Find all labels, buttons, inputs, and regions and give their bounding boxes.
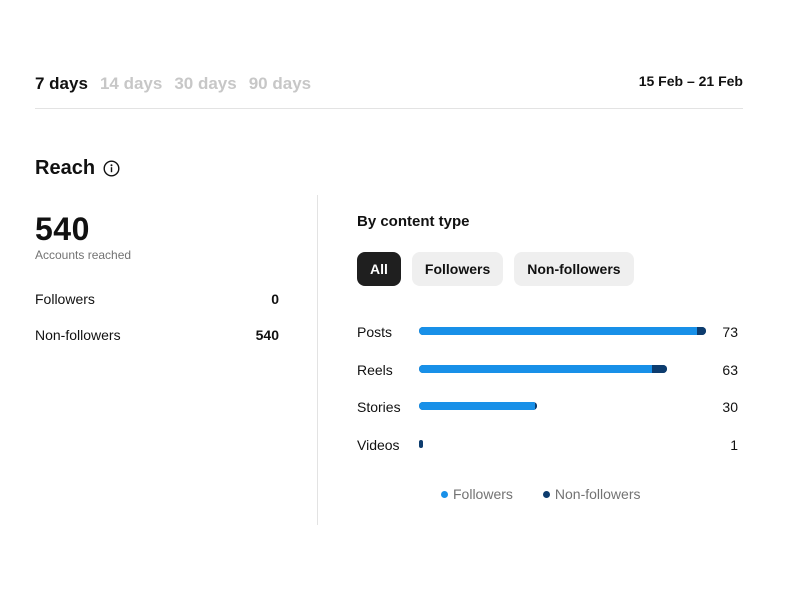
bar-row-stories: Stories 30 — [357, 397, 743, 417]
followers-row: Followers 0 — [35, 290, 279, 308]
legend-dot-non-followers — [542, 490, 550, 498]
bar-row-posts: Posts 73 — [357, 322, 743, 342]
bar-label: Videos — [357, 436, 400, 453]
bar-value: 30 — [722, 399, 738, 415]
bar-label: Stories — [357, 399, 401, 415]
filter-chips: All Followers Non-followers — [357, 252, 743, 286]
tab-30-days[interactable]: 30 days — [174, 73, 236, 95]
bar-segment-followers — [419, 327, 698, 335]
non-followers-value: 540 — [255, 327, 279, 343]
bar-segment-non-followers — [534, 402, 537, 410]
chart-legend: Followers Non-followers — [441, 486, 641, 502]
content-type-heading: By content type — [357, 213, 470, 230]
bar-value: 73 — [722, 324, 738, 340]
bar-fill — [419, 402, 537, 410]
bar-fill — [419, 439, 423, 448]
followers-label: Followers — [35, 291, 95, 307]
bar-value: 1 — [730, 436, 738, 453]
header-divider — [35, 108, 743, 109]
chip-followers[interactable]: Followers — [411, 252, 504, 286]
reach-summary: 540 Accounts reached Followers 0 Non-fol… — [35, 210, 279, 344]
accounts-reached-label: Accounts reached — [35, 248, 132, 262]
legend-non-followers: Non-followers — [542, 486, 641, 502]
bar-segment-non-followers — [652, 364, 667, 373]
bar-label: Posts — [357, 324, 393, 340]
date-range: 15 Feb – 21 Feb — [638, 73, 743, 89]
column-divider — [317, 195, 318, 525]
bar-label: Reels — [357, 361, 393, 378]
bar-value: 63 — [722, 361, 738, 378]
bar-row-videos: Videos 1 — [357, 435, 743, 455]
legend-dot-followers — [441, 490, 448, 498]
accounts-reached-count: 540 — [35, 211, 90, 247]
tab-90-days[interactable]: 90 days — [249, 73, 311, 95]
period-tabs: 7 days 14 days 30 days 90 days — [35, 73, 311, 95]
legend-label-followers: Followers — [453, 486, 513, 502]
bar-segment-followers — [419, 364, 653, 373]
bar-track — [419, 402, 706, 410]
legend-label-non-followers: Non-followers — [554, 486, 641, 502]
bar-segment-non-followers — [697, 327, 706, 335]
chip-non-followers[interactable]: Non-followers — [514, 252, 634, 286]
reach-header: Reach — [35, 156, 120, 180]
content-type-bars: Posts 73 Reels 63 Stories 30 Videos 1 — [357, 322, 743, 472]
tab-14-days[interactable]: 14 days — [100, 73, 162, 95]
bar-segment-followers — [419, 402, 535, 410]
legend-followers: Followers — [441, 486, 513, 502]
non-followers-row: Non-followers 540 — [35, 326, 279, 344]
bar-track — [419, 327, 706, 335]
section-title: Reach — [35, 157, 96, 179]
bar-row-reels: Reels 63 — [357, 360, 743, 380]
bar-track — [419, 439, 706, 448]
followers-value: 0 — [271, 291, 279, 307]
bar-fill — [419, 327, 706, 335]
content-type-panel: By content type All Followers Non-follow… — [357, 212, 743, 286]
bar-fill — [419, 364, 667, 373]
bar-segment-non-followers — [419, 439, 423, 448]
non-followers-label: Non-followers — [35, 327, 121, 343]
info-icon[interactable] — [103, 159, 120, 177]
tab-7-days[interactable]: 7 days — [35, 73, 88, 95]
bar-track — [419, 364, 706, 373]
chip-all[interactable]: All — [357, 252, 401, 286]
